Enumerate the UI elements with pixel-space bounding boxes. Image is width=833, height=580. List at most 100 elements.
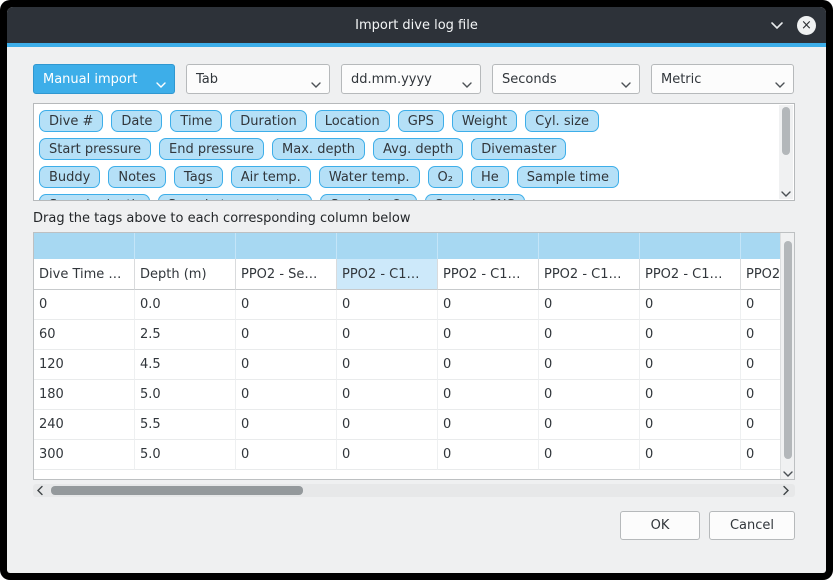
- chevron-down-icon: [621, 77, 631, 92]
- instruction-label: Drag the tags above to each correspondin…: [33, 211, 795, 226]
- table-cell: 0: [640, 350, 741, 380]
- tag-chip[interactable]: Date: [111, 110, 162, 132]
- column-header[interactable]: PPO2 - C1…: [438, 259, 539, 290]
- scroll-right-icon[interactable]: [782, 485, 792, 496]
- table-row: 240 5.5 0 0 0 0 0 0: [34, 410, 780, 440]
- cancel-button[interactable]: Cancel: [709, 511, 795, 540]
- column-drop-target[interactable]: [539, 233, 640, 259]
- tag-chip[interactable]: End pressure: [159, 138, 264, 160]
- table-cell: 0: [741, 320, 780, 350]
- field-separator-select[interactable]: Tab: [186, 64, 330, 94]
- tag-chip[interactable]: Divemaster: [471, 138, 566, 160]
- chevron-down-icon: [311, 77, 321, 92]
- column-drop-target[interactable]: [438, 233, 539, 259]
- table-cell: 0: [337, 410, 438, 440]
- column-drop-target[interactable]: [741, 233, 780, 259]
- tag-chip[interactable]: Dive #: [39, 110, 103, 132]
- scroll-down-icon[interactable]: [783, 467, 793, 477]
- table-cell: 0: [438, 410, 539, 440]
- table-cell: 5.5: [135, 410, 236, 440]
- tags-scrollbar-thumb[interactable]: [782, 107, 790, 155]
- chevron-down-icon: [775, 77, 785, 92]
- tag-chip[interactable]: Sample time: [517, 166, 619, 188]
- titlebar[interactable]: Import dive log file ×: [7, 7, 826, 43]
- table-cell: 240: [34, 410, 135, 440]
- table-horizontal-scrollbar[interactable]: [33, 484, 795, 497]
- column-header[interactable]: PPO2 - C1…: [741, 259, 780, 290]
- import-options-row: Manual import Tab dd.mm.yyyy Seconds: [33, 64, 795, 94]
- tag-chip[interactable]: GPS: [398, 110, 444, 132]
- table-row: 180 5.0 0 0 0 0 0 0: [34, 380, 780, 410]
- tag-chip[interactable]: Water temp.: [319, 166, 420, 188]
- table-cell: 0: [337, 320, 438, 350]
- table-cell: 4.5: [135, 350, 236, 380]
- tag-chip[interactable]: Buddy: [39, 166, 100, 188]
- column-drop-target[interactable]: [640, 233, 741, 259]
- tag-chip[interactable]: Start pressure: [39, 138, 151, 160]
- table-vertical-scrollbar[interactable]: [780, 233, 794, 479]
- vertical-scrollbar-thumb[interactable]: [784, 241, 792, 459]
- tag-chip[interactable]: He: [471, 166, 509, 188]
- table-cell: 0: [640, 410, 741, 440]
- date-format-select[interactable]: dd.mm.yyyy: [341, 64, 481, 94]
- table-cell: 0: [539, 320, 640, 350]
- column-header[interactable]: PPO2 - C1…: [640, 259, 741, 290]
- tag-chip[interactable]: Max. depth: [272, 138, 365, 160]
- chevron-down-icon[interactable]: [769, 17, 785, 33]
- column-drop-target[interactable]: [135, 233, 236, 259]
- tag-chip[interactable]: Sample pO₂: [320, 194, 417, 201]
- import-preview-table: Dive Time … Depth (m) PPO2 - Se… PPO2 - …: [33, 232, 795, 480]
- ok-button[interactable]: OK: [620, 511, 700, 540]
- column-header[interactable]: Depth (m): [135, 259, 236, 290]
- column-drop-target[interactable]: [34, 233, 135, 259]
- tag-chip[interactable]: Time: [170, 110, 222, 132]
- table-cell: 0: [337, 380, 438, 410]
- table-cell: 0: [539, 440, 640, 470]
- column-header-highlighted[interactable]: PPO2 - C1…: [337, 259, 438, 290]
- tag-chip[interactable]: Cyl. size: [525, 110, 599, 132]
- tag-chip[interactable]: Duration: [230, 110, 306, 132]
- tag-chip[interactable]: Tags: [174, 166, 223, 188]
- table-row: 60 2.5 0 0 0 0 0 0: [34, 320, 780, 350]
- column-header[interactable]: Dive Time …: [34, 259, 135, 290]
- import-mode-select[interactable]: Manual import: [33, 64, 175, 94]
- tag-row: Buddy Notes Tags Air temp. Water temp. O…: [39, 166, 772, 188]
- table-cell: 300: [34, 440, 135, 470]
- tag-chip[interactable]: Weight: [452, 110, 517, 132]
- units-system-select[interactable]: Metric: [651, 64, 794, 94]
- tag-chip[interactable]: Sample CNS: [425, 194, 525, 201]
- horizontal-scrollbar-thumb[interactable]: [51, 486, 303, 495]
- tag-chip[interactable]: Sample temperature: [158, 194, 313, 201]
- table-cell: 0: [640, 290, 741, 320]
- tag-chip[interactable]: Sample depth: [39, 194, 150, 201]
- tag-row-clipped: Sample depth Sample temperature Sample p…: [39, 194, 772, 201]
- titlebar-accent: [7, 43, 826, 47]
- duration-units-select[interactable]: Seconds: [492, 64, 640, 94]
- chevron-down-icon: [462, 77, 472, 92]
- scroll-down-icon[interactable]: [781, 187, 791, 197]
- tag-chip[interactable]: Notes: [108, 166, 166, 188]
- close-button[interactable]: ×: [797, 16, 816, 35]
- column-drop-target[interactable]: [236, 233, 337, 259]
- table-cell: 0.0: [135, 290, 236, 320]
- tag-chip[interactable]: O₂: [428, 166, 463, 188]
- tags-scrollbar[interactable]: [779, 105, 793, 199]
- column-header[interactable]: PPO2 - Se…: [236, 259, 337, 290]
- table-row: 300 5.0 0 0 0 0 0 0: [34, 440, 780, 470]
- table-cell: 5.0: [135, 440, 236, 470]
- table-cell: 0: [741, 440, 780, 470]
- table-cell: 0: [539, 290, 640, 320]
- chevron-down-icon: [156, 77, 166, 92]
- table-cell: 0: [337, 290, 438, 320]
- column-header[interactable]: PPO2 - C1…: [539, 259, 640, 290]
- table-cell: 0: [438, 440, 539, 470]
- table-cell: 0: [741, 410, 780, 440]
- scroll-left-icon[interactable]: [36, 485, 46, 496]
- table-cell: 0: [337, 440, 438, 470]
- tag-chip[interactable]: Location: [315, 110, 390, 132]
- column-drop-target[interactable]: [337, 233, 438, 259]
- tag-chip[interactable]: Air temp.: [231, 166, 311, 188]
- table-cell: 0: [640, 440, 741, 470]
- tag-chip[interactable]: Avg. depth: [373, 138, 463, 160]
- table-cell: 0: [337, 350, 438, 380]
